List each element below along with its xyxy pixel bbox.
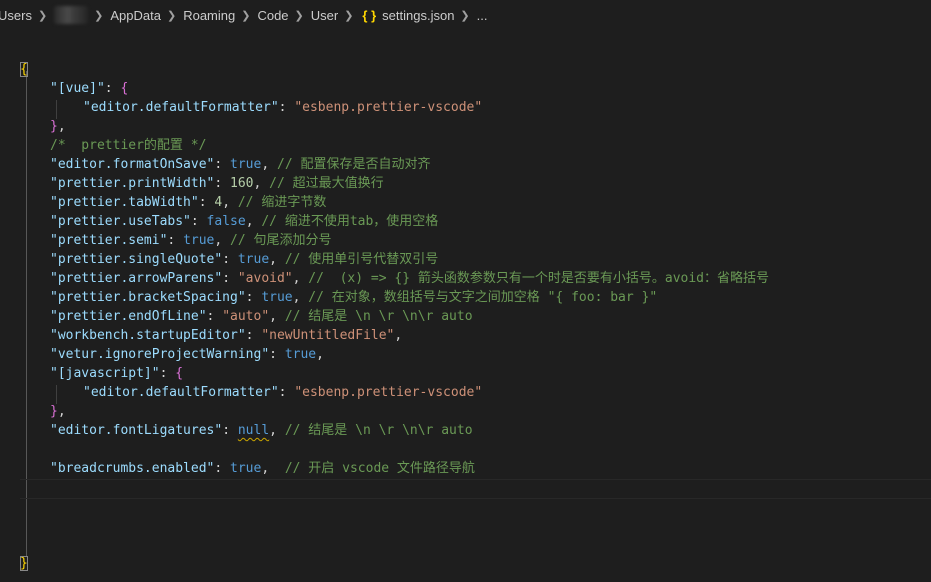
code-line: "prettier.endOfLine": "auto", // 结尾是 \n … xyxy=(50,309,473,324)
code-line: /* prettier的配置 */ xyxy=(50,138,207,153)
current-line-highlight xyxy=(20,479,931,499)
code-line: "breadcrumbs.enabled": true, // 开启 vscod… xyxy=(50,461,475,476)
chevron-right-icon: ❯ xyxy=(37,9,48,22)
code-line: "editor.defaultFormatter": "esbenp.prett… xyxy=(83,385,483,400)
code-line: "[vue]": { xyxy=(50,81,129,96)
chevron-right-icon: ❯ xyxy=(344,9,354,22)
code-line: } xyxy=(20,554,931,573)
code-line: "prettier.singleQuote": true, // 使用单引号代替… xyxy=(50,252,439,267)
code-line: "editor.defaultFormatter": "esbenp.prett… xyxy=(83,100,483,115)
chevron-right-icon: ❯ xyxy=(166,9,177,22)
chevron-right-icon: ❯ xyxy=(460,9,470,22)
breadcrumb-item-code[interactable]: Code xyxy=(255,8,290,23)
warning-squiggle: null xyxy=(237,423,270,438)
close-brace: } xyxy=(20,556,28,571)
breadcrumb: Users ❯ ❯ AppData ❯ Roaming ❯ Code ❯ Use… xyxy=(0,0,931,30)
breadcrumb-item-roaming[interactable]: Roaming xyxy=(181,8,237,23)
open-brace: { xyxy=(20,62,28,77)
code-line: "editor.fontLigatures": null, // 结尾是 \n … xyxy=(50,423,473,438)
code-line: "editor.formatOnSave": true, // 配置保存是否自动… xyxy=(50,157,431,172)
breadcrumb-item-users[interactable]: Users xyxy=(0,8,34,23)
code-line: "prettier.arrowParens": "avoid", // (x) … xyxy=(50,271,770,286)
code-line: }, xyxy=(50,119,66,134)
code-line: "workbench.startupEditor": "newUntitledF… xyxy=(50,328,403,343)
breadcrumb-item-more[interactable]: ... xyxy=(475,8,490,23)
code-line: "prettier.printWidth": 160, // 超过最大值换行 xyxy=(50,176,384,191)
breadcrumb-item-user[interactable]: User xyxy=(309,8,340,23)
code-line: "prettier.bracketSpacing": true, // 在对象，… xyxy=(50,290,658,305)
code-editor[interactable]: { "[vue]": { "editor.defaultFormatter": … xyxy=(0,50,931,582)
code-line: "prettier.tabWidth": 4, // 缩进字节数 xyxy=(50,195,327,210)
code-line: "prettier.semi": true, // 句尾添加分号 xyxy=(50,233,332,248)
chevron-right-icon: ❯ xyxy=(294,9,304,22)
code-line: "[javascript]": { xyxy=(50,366,184,381)
chevron-right-icon: ❯ xyxy=(241,9,251,22)
code-line: }, xyxy=(50,404,66,419)
breadcrumb-item-settings-json[interactable]: settings.json xyxy=(380,8,456,23)
json-file-icon: { } xyxy=(362,7,377,23)
code-line: "prettier.useTabs": false, // 缩进不使用tab，使… xyxy=(50,214,439,229)
breadcrumb-item-username-redacted[interactable] xyxy=(54,6,89,24)
chevron-right-icon: ❯ xyxy=(94,9,104,22)
code-line: "vetur.ignoreProjectWarning": true, xyxy=(50,347,324,362)
breadcrumb-item-appdata[interactable]: AppData xyxy=(108,8,163,23)
code-line: { xyxy=(20,60,931,79)
